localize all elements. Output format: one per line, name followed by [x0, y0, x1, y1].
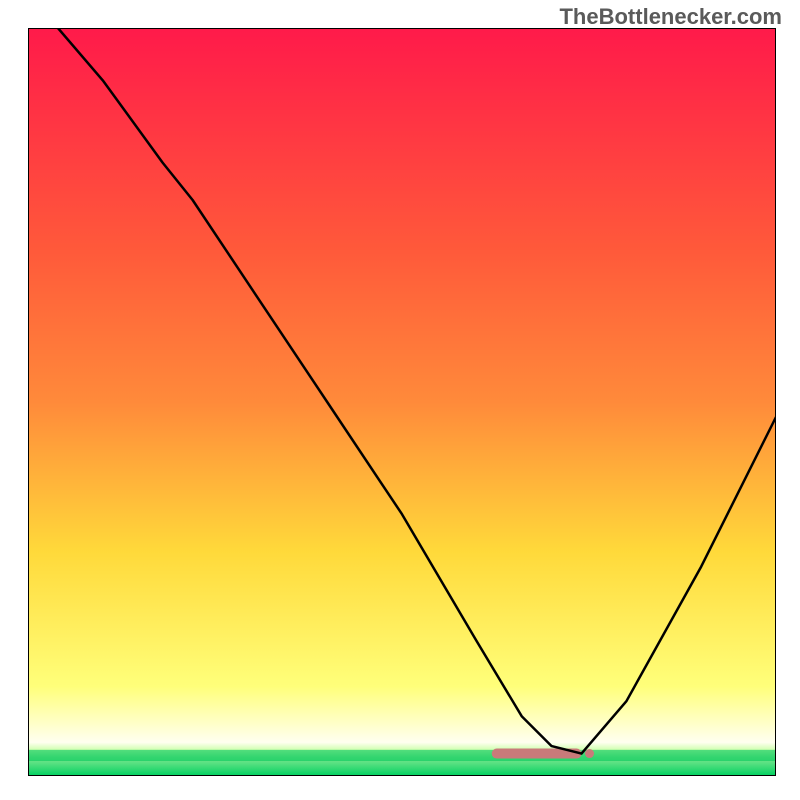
- chart-svg: [28, 28, 776, 776]
- green-band: [28, 750, 776, 761]
- gradient-background: [28, 28, 776, 776]
- chart-container: TheBottlenecker.com: [0, 0, 800, 800]
- optimal-marker-dot: [585, 749, 594, 758]
- plot-area: [28, 28, 776, 776]
- watermark-text: TheBottlenecker.com: [559, 4, 782, 30]
